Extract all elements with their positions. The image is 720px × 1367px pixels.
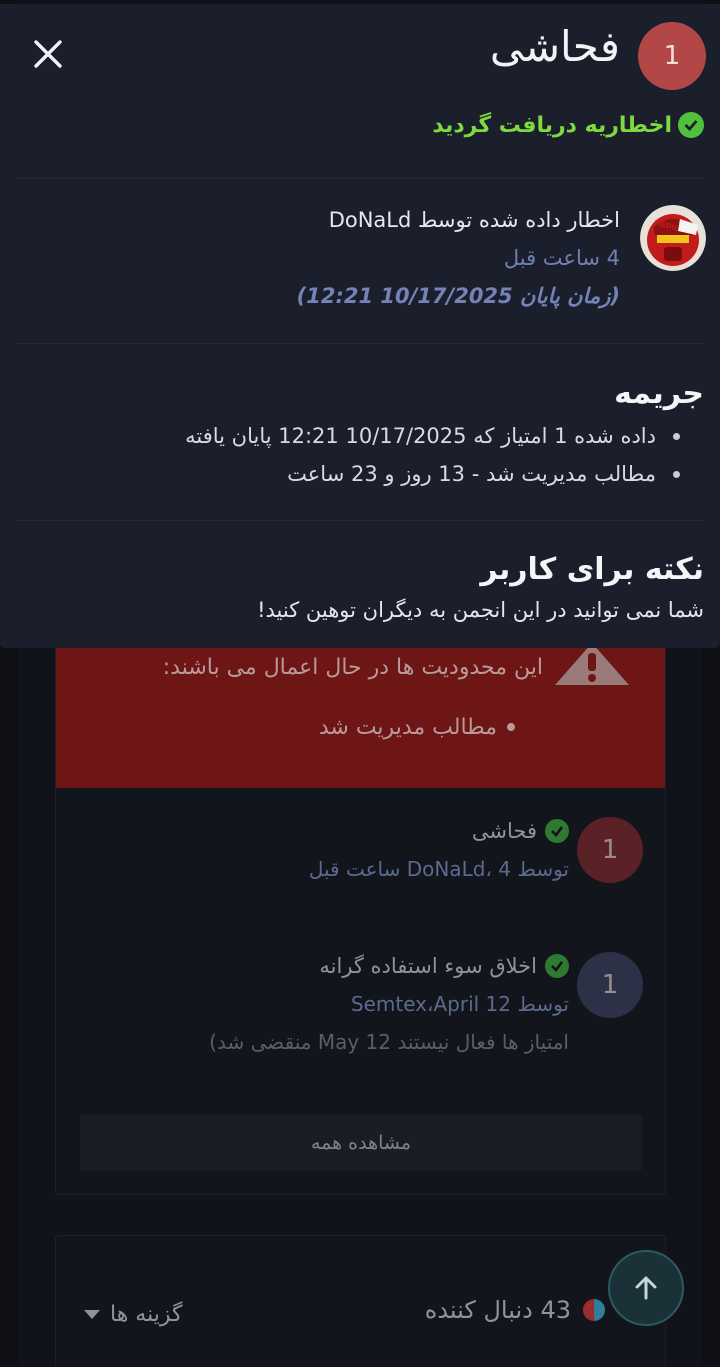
warning-title-row: اخلاق سوء استفاده گرانه [319, 954, 569, 978]
close-button[interactable] [28, 34, 68, 74]
follow-card: 43 دنبال کننده گزینه ها [55, 1235, 666, 1367]
options-dropdown[interactable]: گزینه ها [84, 1302, 182, 1327]
issuer-text: اخطار داده شده توسط DoNaLd [328, 208, 620, 232]
divider [16, 520, 704, 521]
warning-meta: توسط DoNaLd، 4 ساعت قبل [308, 857, 569, 881]
penalty-item: مطالب مدیریت شد - 13 روز و 23 ساعت [185, 456, 680, 494]
warnings-card: این محدودیت ها در حال اعمال می باشند: مط… [55, 640, 666, 1195]
modal-title: فحاشی [489, 22, 620, 71]
restrictions-text: این محدودیت ها در حال اعمال می باشند: [162, 655, 543, 680]
warning-title-row: فحاشی [472, 819, 569, 843]
scroll-to-top-button[interactable] [608, 1250, 684, 1326]
end-time: (زمان پایان 10/17/2025 12:21) [296, 284, 620, 308]
restrictions-alert: این محدودیت ها در حال اعمال می باشند: مط… [56, 641, 665, 788]
caret-down-icon [84, 1310, 100, 1319]
warning-meta: توسط Semtex،April 12 [350, 992, 569, 1016]
acknowledged-text: اخطاریه دریافت گردید [432, 112, 672, 138]
options-label: گزینه ها [110, 1302, 183, 1327]
penalty-item: داده شده 1 امتیاز که 10/17/2025 12:21 پا… [185, 418, 680, 456]
check-circle-icon [678, 112, 704, 138]
followers-icon [583, 1299, 605, 1321]
bullet-dot [507, 723, 515, 731]
note-heading: نکته برای کاربر [480, 552, 704, 587]
followers-count[interactable]: 43 دنبال کننده [425, 1296, 605, 1324]
warning-title[interactable]: اخلاق سوء استفاده گرانه [319, 954, 537, 978]
points-badge: 1 [577, 952, 643, 1018]
divider [16, 178, 704, 179]
divider [16, 343, 704, 344]
followers-label: 43 دنبال کننده [424, 1296, 571, 1324]
warning-note: امتیاز ها فعال نیستند May 12 منقضی شد) [209, 1030, 569, 1054]
penalty-list: داده شده 1 امتیاز که 10/17/2025 12:21 پا… [185, 418, 680, 494]
close-icon [34, 40, 62, 68]
view-all-button[interactable]: مشاهده همه [80, 1115, 642, 1171]
points-badge: 1 [577, 817, 643, 883]
check-circle-icon [545, 954, 569, 978]
avatar[interactable]: MEDIC [640, 205, 706, 271]
restriction-item: مطالب مدیریت شد [318, 715, 497, 740]
medic-avatar-icon: MEDIC [640, 205, 706, 271]
penalty-heading: جریمه [614, 376, 704, 411]
points-badge: 1 [638, 22, 706, 90]
acknowledged-status: اخطاریه دریافت گردید [432, 112, 704, 138]
arrow-up-icon [635, 1276, 657, 1300]
check-circle-icon [545, 819, 569, 843]
issued-time: 4 ساعت قبل [503, 246, 620, 270]
note-text: شما نمی توانید در این انجمن به دیگران تو… [257, 598, 704, 622]
warning-icon [555, 643, 629, 685]
warning-detail-modal: 1 فحاشی اخطاریه دریافت گردید MEDIC اخطار… [0, 4, 720, 648]
warning-title[interactable]: فحاشی [472, 819, 537, 843]
